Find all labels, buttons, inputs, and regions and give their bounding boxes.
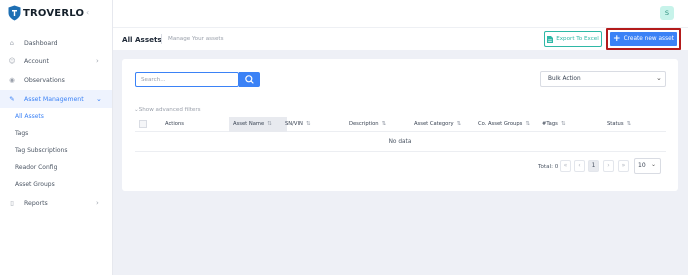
create-asset-button[interactable]: + Create new asset [610, 32, 677, 46]
brand-logo[interactable]: TROVERLO [8, 4, 84, 22]
eye-icon: ◉ [9, 76, 15, 84]
page-size-value: 10 [638, 162, 646, 169]
empty-state-text: No data [388, 139, 412, 145]
home-icon: ⌂ [9, 39, 15, 47]
create-asset-highlight: + Create new asset [606, 28, 681, 50]
column-label: Actions [165, 121, 184, 127]
search-field[interactable] [135, 72, 239, 87]
page-button-current[interactable]: 1 [588, 160, 599, 172]
sidebar-item-observations[interactable]: ◉ Observations [0, 71, 112, 89]
export-excel-label: Export To Excel [556, 36, 599, 42]
column-header-status[interactable]: Status ⇅ [607, 121, 631, 127]
search-icon [245, 75, 254, 84]
file-icon: ▯ [10, 199, 14, 207]
first-page-button[interactable]: « [560, 160, 571, 172]
advanced-filters-label: Show advanced filters [138, 107, 201, 113]
bulk-action-select[interactable]: Bulk Action ⌄ [540, 71, 666, 87]
prev-page-button[interactable]: ‹ [574, 160, 585, 172]
column-header-co-asset-groups[interactable]: Co. Asset Groups ⇅ [478, 121, 530, 127]
select-all-checkbox[interactable] [139, 120, 147, 128]
sort-icon: ⇅ [305, 121, 311, 127]
column-label: Co. Asset Groups [478, 121, 523, 127]
search-input[interactable] [136, 73, 238, 86]
page-title: All Assets [122, 35, 162, 44]
sort-icon: ⇅ [381, 121, 387, 127]
divider [161, 34, 162, 44]
column-label: #Tags [542, 121, 558, 127]
shield-logo-icon [8, 5, 21, 21]
column-header-asset-category[interactable]: Asset Category ⇅ [414, 121, 461, 127]
sort-icon: ⇅ [456, 121, 462, 127]
chevron-down-icon: ⌄ [96, 95, 102, 103]
sidebar-item-label: Dashboard [24, 39, 58, 47]
next-page-button[interactable]: › [603, 160, 614, 172]
chevron-left-icon[interactable]: ‹ [86, 8, 89, 17]
brand-name: TROVERLO [23, 7, 85, 19]
sidebar-subitem-all-assets[interactable]: All Assets [15, 113, 44, 120]
export-excel-button[interactable]: Export To Excel [544, 31, 602, 47]
sidebar-item-dashboard[interactable]: ⌂ Dashboard [0, 34, 112, 52]
chevron-down-icon: ⌄ [656, 74, 662, 82]
sidebar-item-label: Reports [24, 199, 48, 207]
sidebar-item-label: Account [24, 57, 49, 65]
page-header: All Assets Manage Your assets Export To … [113, 27, 688, 50]
sort-icon: ⇅ [626, 121, 632, 127]
chevron-down-icon: ⌄ [651, 161, 657, 168]
sidebar-item-label: Observations [24, 76, 65, 84]
sidebar-item-asset-management[interactable]: ✎ Asset Management ⌄ [0, 90, 112, 108]
column-label: Status [607, 121, 624, 127]
create-asset-label: Create new asset [623, 36, 674, 42]
table-header: Actions Asset Name ⇅ SN/VIN ⇅ Description ⇅… [135, 117, 666, 132]
sidebar-subitem-asset-groups[interactable]: Asset Groups [15, 181, 55, 188]
sidebar-subitem-reador-config[interactable]: Reador Config [15, 164, 57, 171]
sidebar-item-account[interactable]: ☺ Account › [0, 52, 112, 70]
bulk-action-value: Bulk Action [548, 76, 581, 82]
column-header-tags[interactable]: #Tags ⇅ [542, 121, 565, 127]
column-label: Description [349, 121, 379, 127]
sort-icon: ⇅ [525, 121, 530, 127]
top-bar [113, 0, 688, 27]
assets-card: Bulk Action ⌄ ⌄Show advanced filters Act… [122, 59, 678, 191]
show-advanced-filters-toggle[interactable]: ⌄Show advanced filters [134, 107, 201, 113]
page-subtitle: Manage Your assets [168, 36, 224, 42]
divider [135, 151, 666, 152]
chevron-right-icon: › [96, 199, 99, 207]
sidebar-subitem-tag-subscriptions[interactable]: Tag Subscriptions [15, 147, 67, 154]
user-icon: ☺ [8, 57, 16, 65]
column-label: Asset Name [233, 121, 265, 127]
column-header-asset-name[interactable]: Asset Name ⇅ [233, 121, 272, 127]
sort-icon: ⇅ [560, 121, 566, 127]
avatar[interactable]: S [660, 6, 674, 20]
column-header-sn-vin[interactable]: SN/VIN ⇅ [285, 121, 311, 127]
sidebar: TROVERLO ‹ ⌂ Dashboard ☺ Account › ◉ Obs… [0, 0, 113, 275]
plus-icon: + [613, 33, 621, 44]
sidebar-item-label: Asset Management [24, 95, 84, 103]
search-button[interactable] [239, 72, 260, 87]
edit-icon: ✎ [9, 95, 15, 103]
column-header-description[interactable]: Description ⇅ [349, 121, 386, 127]
sort-icon: ⇅ [267, 121, 272, 127]
sidebar-item-reports[interactable]: ▯ Reports › [0, 194, 112, 212]
page-size-select[interactable]: 10 ⌄ [634, 158, 661, 174]
pagination-total: Total: 0 [538, 164, 559, 170]
sidebar-subitem-tags[interactable]: Tags [15, 130, 28, 137]
excel-file-icon [547, 35, 554, 43]
column-label: SN/VIN [285, 121, 303, 127]
chevron-right-icon: › [96, 57, 99, 65]
last-page-button[interactable]: » [618, 160, 629, 172]
column-label: Asset Category [414, 121, 454, 127]
column-header-actions: Actions [165, 121, 184, 127]
